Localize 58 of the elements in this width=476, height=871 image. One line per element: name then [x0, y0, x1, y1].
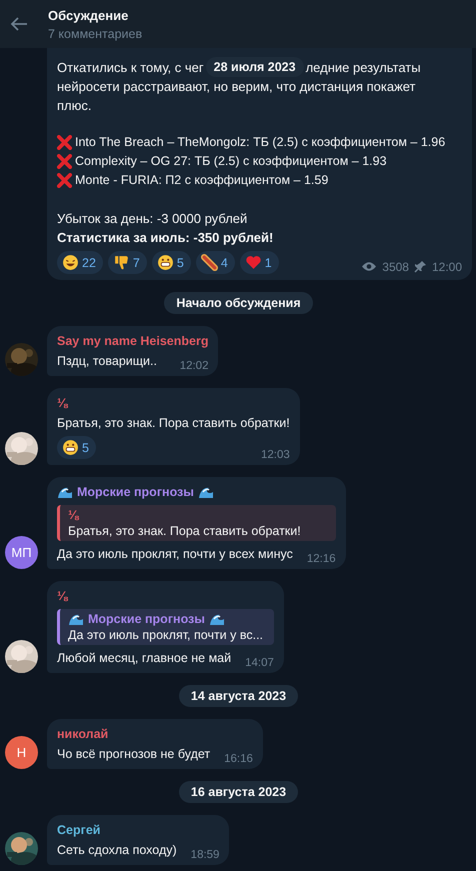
quoted-text: Да это июль проклят, почти у вс... [68, 628, 264, 642]
bet-line: Into The Breach – TheMongolz: ТБ (2.5) с коэффициентом – 1.96 [75, 134, 446, 151]
avatar: МП [5, 536, 38, 569]
date-separator: 14 августа 2023 [178, 685, 298, 707]
message-time: 12:03 [260, 449, 290, 461]
avatar: Н [5, 736, 38, 769]
message-text: Чо всё прогнозов не будет [57, 746, 210, 763]
message-text: Братья, это знак. Пора ставить обратки! [57, 415, 290, 432]
message-text: Сеть сдохла походу) [57, 842, 177, 859]
reaction-chip[interactable]: 4 [196, 251, 235, 274]
post-text: нейросети расстраивают, но верим, что дистанция покажет плюс. [57, 78, 417, 115]
message-time: 12:16 [306, 553, 336, 565]
message-time: 16:16 [224, 753, 253, 765]
date-separator: 16 августа 2023 [178, 781, 298, 803]
grinning-face-icon [156, 254, 174, 271]
back-arrow-icon[interactable] [10, 16, 28, 32]
author-name: ⅛ [57, 589, 68, 603]
reaction-chip[interactable]: 5 [57, 436, 96, 459]
message-text: Пздц, товарищи.. [57, 353, 157, 370]
bet-line: Monte - FURIA: П2 с коэффициентом – 1.59 [75, 172, 328, 189]
cross-icon [57, 135, 72, 150]
comment-count: 7 комментариев [48, 26, 142, 40]
laughing-face-icon [62, 254, 79, 271]
bet-line: Complexity – OG 27: ТБ (2.5) с коэффициентом – 1.93 [75, 153, 387, 170]
loss-text: Убыток за день: -3 0000 рублей [57, 210, 248, 228]
author-name: Сергей [57, 823, 100, 837]
author-name: ⅛ [68, 508, 78, 522]
post-text: Откатились к тому, с чег [57, 58, 204, 76]
hotdog-icon [200, 254, 218, 271]
reaction-chip[interactable]: 7 [108, 251, 147, 274]
view-count: 3508 [382, 260, 409, 274]
author-name: Морские прогнозы [88, 612, 205, 626]
quoted-text: Братья, это знак. Пора ставить обратки! [68, 524, 302, 538]
message-time: 14:07 [245, 657, 274, 669]
message-text: Любой месяц, главное не май [57, 650, 232, 667]
message-text: Да это июль проклят, почти у всех минус [57, 546, 293, 563]
eye-icon [361, 261, 378, 272]
reaction-chip[interactable]: 22 [57, 251, 103, 274]
stats-text: Статистика за июль: -350 рублей! [57, 229, 274, 247]
pin-icon [414, 260, 427, 273]
reaction-chip[interactable]: 5 [152, 251, 191, 274]
message-time: 18:59 [190, 849, 220, 861]
message-time: 12:02 [180, 360, 208, 372]
grinning-face-icon [62, 439, 79, 456]
reaction-chip[interactable]: 1 [240, 251, 279, 274]
author-name: Морские прогнозы [77, 485, 194, 499]
cross-icon [57, 173, 72, 188]
post-time: 12:00 [432, 260, 462, 274]
post-text: ледние результаты [306, 58, 421, 76]
author-name: николай [57, 727, 108, 741]
author-name: Say my name Heisenberg [57, 334, 208, 348]
thumbs-down-icon [112, 254, 130, 271]
chat-title: Обсуждение [48, 8, 130, 22]
discussion-start-label: Начало обсуждения [164, 292, 313, 314]
cross-icon [57, 154, 72, 169]
heart-icon [244, 254, 262, 271]
author-name: ⅛ [57, 396, 68, 410]
date-pill: 28 июля 2023 [206, 57, 304, 77]
